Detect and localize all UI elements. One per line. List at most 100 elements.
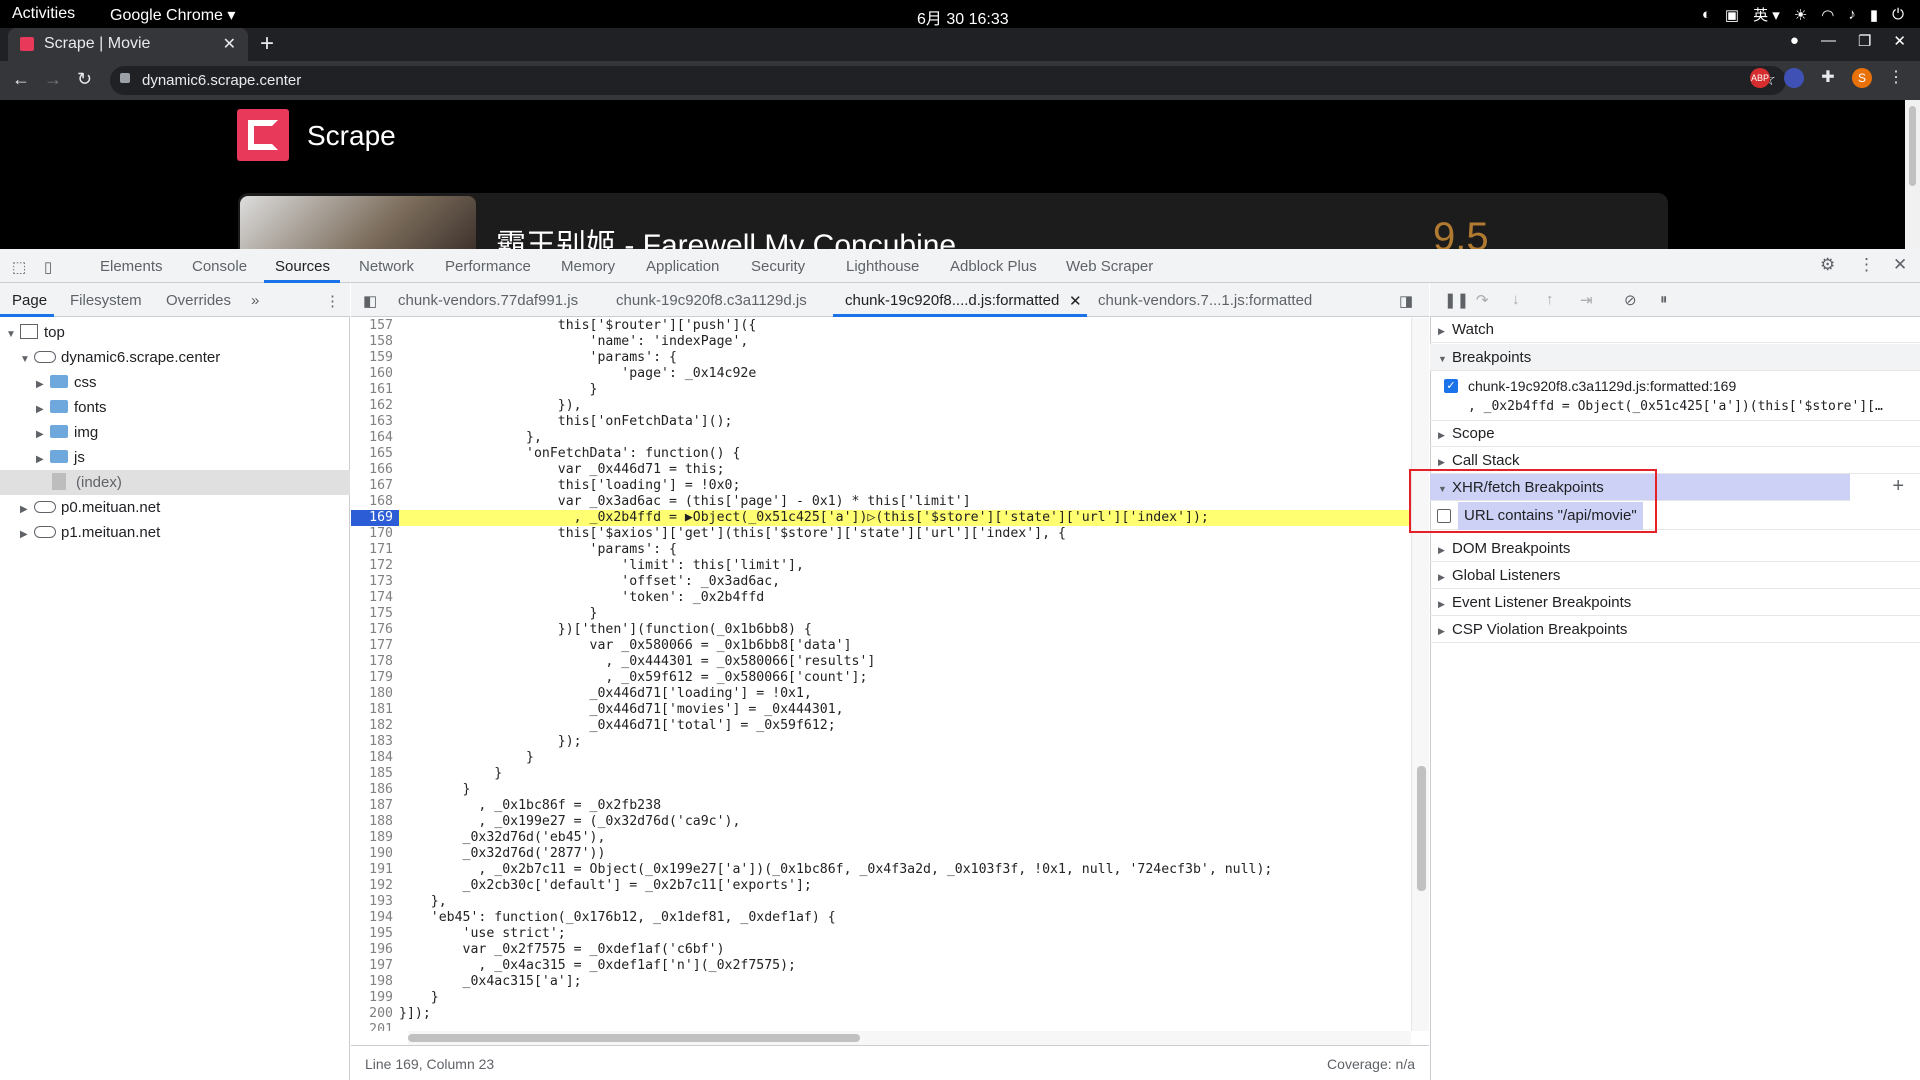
line-number[interactable]: 186 <box>351 782 399 798</box>
code-text[interactable]: this['onFetchData'](); <box>399 414 733 429</box>
code-line[interactable]: 187 , _0x1bc86f = _0x2fb238 <box>351 798 1411 814</box>
line-number[interactable]: 164 <box>351 430 399 446</box>
step-into-icon[interactable]: ↓ <box>1512 291 1520 308</box>
editor-tab-active[interactable]: chunk-19c920f8....d.js:formatted <box>845 292 1059 309</box>
code-text[interactable]: 'offset': _0x3ad6ac, <box>399 574 780 589</box>
clock[interactable]: 6月 30 16:33 <box>917 5 1009 29</box>
editor-horizontal-scrollbar[interactable] <box>408 1031 1411 1045</box>
code-text[interactable]: 'params': { <box>399 350 677 365</box>
device-toolbar-icon[interactable]: ▯ <box>44 258 52 276</box>
editor-vertical-scrollbar[interactable] <box>1411 318 1429 1031</box>
line-number[interactable]: 199 <box>351 990 399 1006</box>
tree-folder-css[interactable]: ▶ css <box>36 370 97 395</box>
code-line[interactable]: 173 'offset': _0x3ad6ac, <box>351 574 1411 590</box>
code-line[interactable]: 162 }), <box>351 398 1411 414</box>
section-event-listener-breakpoints[interactable]: ▶ Event Listener Breakpoints <box>1430 589 1920 616</box>
code-text[interactable]: 'name': 'indexPage', <box>399 334 749 349</box>
navigator-menu-icon[interactable]: ⋮ <box>325 292 340 310</box>
code-text[interactable]: 'token': _0x2b4ffd <box>399 590 764 605</box>
code-text[interactable]: 'limit': this['limit'], <box>399 558 804 573</box>
forward-icon[interactable]: → <box>44 69 62 90</box>
collapsed-triangle-icon[interactable]: ▶ <box>36 447 50 472</box>
line-number[interactable]: 198 <box>351 974 399 990</box>
code-text[interactable]: } <box>399 750 534 765</box>
settings-gear-icon[interactable]: ⚙ <box>1820 255 1835 275</box>
tree-folder-fonts[interactable]: ▶ fonts <box>36 395 107 420</box>
code-line[interactable]: 195 'use strict'; <box>351 926 1411 942</box>
pause-on-exceptions-icon[interactable]: ⏸ <box>1660 291 1668 308</box>
input-method[interactable]: 英 ▾ <box>1753 4 1780 25</box>
power-icon[interactable]: ⏻ <box>1892 6 1904 23</box>
code-text[interactable]: } <box>399 766 502 781</box>
line-number[interactable]: 159 <box>351 350 399 366</box>
chrome-menu-icon[interactable]: ⋮ <box>1886 68 1906 88</box>
line-number[interactable]: 189 <box>351 830 399 846</box>
app-menu[interactable]: Google Chrome ▾ <box>110 5 235 25</box>
add-xhr-breakpoint-icon[interactable]: + <box>1892 475 1904 498</box>
line-number[interactable]: 170 <box>351 526 399 542</box>
editor-tab[interactable]: chunk-19c920f8.c3a1129d.js <box>616 292 807 309</box>
address-bar[interactable]: dynamic6.scrape.center ☆ <box>110 66 1786 95</box>
new-tab-button[interactable]: + <box>260 30 274 58</box>
code-line[interactable]: 190 _0x32d76d('2877')) <box>351 846 1411 862</box>
code-line[interactable]: 158 'name': 'indexPage', <box>351 334 1411 350</box>
tree-folder-img[interactable]: ▶ img <box>36 420 98 445</box>
code-line[interactable]: 180 _0x446d71['loading'] = !0x1, <box>351 686 1411 702</box>
code-line[interactable]: 157 this['$router']['push']({ <box>351 318 1411 334</box>
code-text[interactable]: , _0x59f612 = _0x580066['count']; <box>399 670 867 685</box>
line-number[interactable]: 187 <box>351 798 399 814</box>
profile-avatar[interactable]: S <box>1852 68 1872 88</box>
tree-folder-js[interactable]: ▶ js <box>36 445 85 470</box>
deactivate-breakpoints-icon[interactable]: ⊘ <box>1624 291 1637 309</box>
back-icon[interactable]: ← <box>12 69 30 90</box>
browser-tab[interactable]: Scrape | Movie ✕ <box>8 28 248 61</box>
tree-origin-p1[interactable]: ▶ p1.meituan.net <box>20 520 160 545</box>
section-scope[interactable]: ▶ Scope <box>1430 420 1920 447</box>
code-line[interactable]: 178 , _0x444301 = _0x580066['results'] <box>351 654 1411 670</box>
movie-poster[interactable] <box>240 196 476 256</box>
tab-console[interactable]: Console <box>192 258 247 275</box>
code-line[interactable]: 197 , _0x4ac315 = _0xdef1af['n'](_0x2f75… <box>351 958 1411 974</box>
line-number[interactable]: 180 <box>351 686 399 702</box>
tree-file-index[interactable]: (index) <box>52 470 122 495</box>
line-number[interactable]: 182 <box>351 718 399 734</box>
step-out-icon[interactable]: ↑ <box>1546 291 1554 308</box>
line-number[interactable]: 171 <box>351 542 399 558</box>
code-text[interactable]: }); <box>399 734 582 749</box>
code-text[interactable]: , _0x199e27 = (_0x32d76d('ca9c'), <box>399 814 740 829</box>
code-line[interactable]: 198 _0x4ac315['a']; <box>351 974 1411 990</box>
inspect-element-icon[interactable]: ⬚ <box>12 258 26 276</box>
tab-lighthouse[interactable]: Lighthouse <box>846 258 919 275</box>
code-text[interactable]: , _0x444301 = _0x580066['results'] <box>399 654 875 669</box>
code-line[interactable]: 196 var _0x2f7575 = _0xdef1af('c6bf') <box>351 942 1411 958</box>
line-number[interactable]: 162 <box>351 398 399 414</box>
dark-mode-extension-icon[interactable] <box>1784 68 1804 88</box>
line-number[interactable]: 176 <box>351 622 399 638</box>
tree-origin-p0[interactable]: ▶ p0.meituan.net <box>20 495 160 520</box>
nav-tab-filesystem[interactable]: Filesystem <box>70 292 142 309</box>
minimize-icon[interactable]: — <box>1821 32 1836 50</box>
line-number[interactable]: 190 <box>351 846 399 862</box>
close-window-icon[interactable]: ✕ <box>1893 32 1906 50</box>
screen-icon[interactable]: ▣ <box>1725 6 1739 24</box>
line-number[interactable]: 193 <box>351 894 399 910</box>
code-line[interactable]: 181 _0x446d71['movies'] = _0x444301, <box>351 702 1411 718</box>
tab-application[interactable]: Application <box>646 258 719 275</box>
line-number[interactable]: 177 <box>351 638 399 654</box>
expanded-triangle-icon[interactable]: ▼ <box>20 347 34 372</box>
line-number[interactable]: 185 <box>351 766 399 782</box>
line-number[interactable]: 160 <box>351 366 399 382</box>
code-text[interactable]: }, <box>399 894 447 909</box>
collapsed-triangle-icon[interactable]: ▶ <box>36 397 50 422</box>
code-text[interactable]: 'onFetchData': function() { <box>399 446 740 461</box>
tab-elements[interactable]: Elements <box>100 258 163 275</box>
lock-icon[interactable] <box>120 73 130 83</box>
brand-name[interactable]: Scrape <box>307 120 396 152</box>
code-line[interactable]: 199 } <box>351 990 1411 1006</box>
expanded-triangle-icon[interactable]: ▼ <box>6 322 20 347</box>
code-line[interactable]: 174 'token': _0x2b4ffd <box>351 590 1411 606</box>
scrape-logo[interactable] <box>237 109 289 161</box>
code-text[interactable]: this['loading'] = !0x0; <box>399 478 741 493</box>
code-line[interactable]: 182 _0x446d71['total'] = _0x59f612; <box>351 718 1411 734</box>
toggle-debugger-icon[interactable]: ◨ <box>1399 292 1413 310</box>
